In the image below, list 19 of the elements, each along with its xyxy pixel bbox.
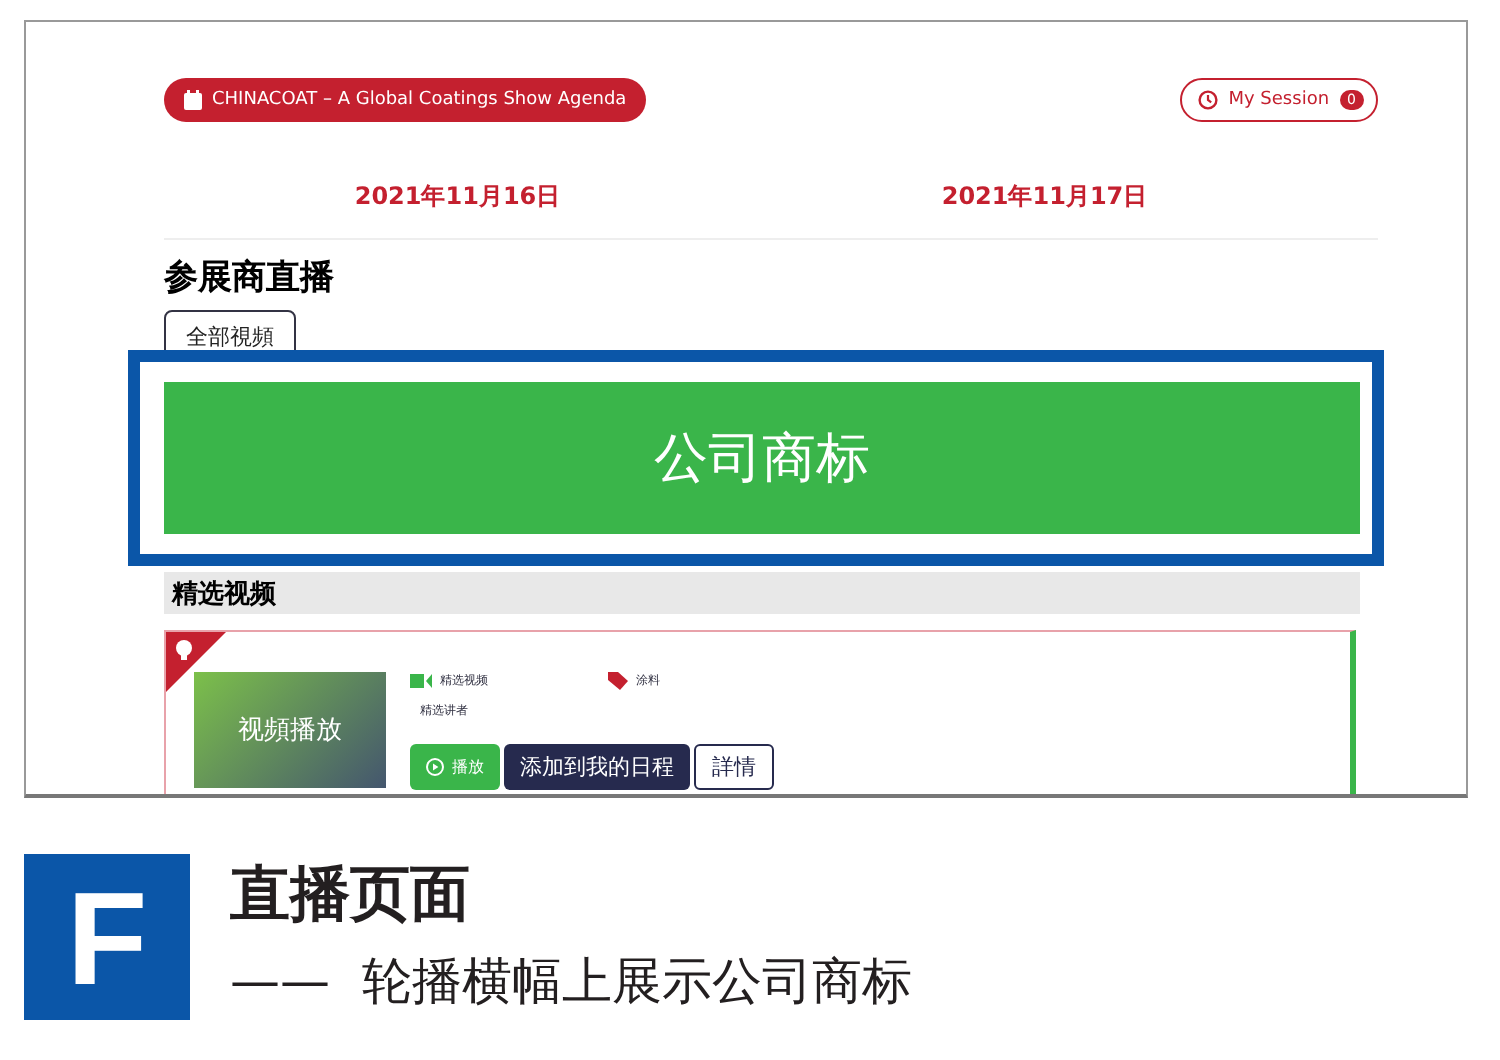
date-tab[interactable]: 2021年11月17日 xyxy=(941,180,1148,214)
calendar-icon xyxy=(184,90,202,110)
figure-title: 直播页面 xyxy=(230,858,472,934)
corner-bulb-icon xyxy=(166,632,226,692)
video-camera-icon xyxy=(410,674,432,688)
play-icon xyxy=(426,758,444,776)
event-button[interactable]: CHINACOAT – A Global Coatings Show Agenda xyxy=(164,78,647,122)
video-thumbnail[interactable]: 视頻播放 xyxy=(194,672,386,788)
date-tab[interactable]: 2021年11月16日 xyxy=(354,180,561,214)
dash: —— xyxy=(230,952,330,1010)
card-button[interactable]: 添加到我的日程 xyxy=(504,744,690,790)
section-heading: 参展商直播 xyxy=(164,256,336,300)
figure-letter: F xyxy=(24,854,190,1020)
logo-banner: 公司商标 xyxy=(164,382,1360,534)
section-title: 精选视频 xyxy=(164,572,1360,614)
figure-subtitle: 轮播横幅上展示公司商标 xyxy=(362,950,912,1014)
clock-icon xyxy=(1198,90,1219,110)
tag-icon xyxy=(608,672,628,690)
card-button[interactable]: 詳情 xyxy=(694,744,774,790)
